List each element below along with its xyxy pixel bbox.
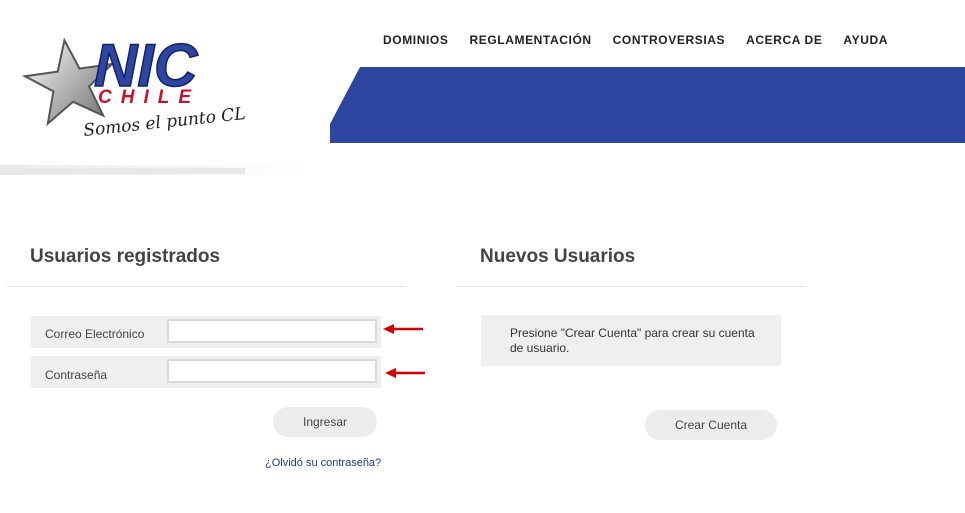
logo-tagline: Somos el punto CL	[82, 104, 246, 141]
nav-reglamentacion[interactable]: REGLAMENTACIÓN	[469, 33, 591, 47]
new-users-divider	[456, 286, 806, 287]
new-users-info-text: Presione "Crear Cuenta" para crear su cu…	[510, 326, 755, 355]
email-input[interactable]	[167, 319, 377, 343]
password-row: Contraseña	[31, 356, 381, 388]
new-users-title: Nuevos Usuarios	[480, 246, 636, 267]
registered-users-title: Usuarios registrados	[30, 246, 221, 267]
login-button[interactable]: Ingresar	[273, 407, 377, 437]
password-input[interactable]	[167, 359, 377, 383]
nav-ayuda[interactable]: AYUDA	[843, 33, 888, 47]
new-users-info-box: Presione "Crear Cuenta" para crear su cu…	[481, 315, 781, 366]
main-nav: DOMINIOS REGLAMENTACIÓN CONTROVERSIAS AC…	[383, 33, 909, 47]
create-account-button[interactable]: Crear Cuenta	[645, 410, 777, 440]
password-label: Contraseña	[45, 368, 108, 382]
email-row: Correo Electrónico	[31, 316, 381, 348]
nav-acerca-de[interactable]: ACERCA DE	[746, 33, 822, 47]
registered-divider	[7, 286, 406, 287]
nav-controversias[interactable]: CONTROVERSIAS	[613, 33, 725, 47]
nav-dominios[interactable]: DOMINIOS	[383, 33, 448, 47]
site-header: NIC CHILE Somos el punto CL DOMINIOS REG…	[0, 0, 965, 180]
logo-brand-bottom: CHILE	[98, 87, 200, 108]
email-arrow-annotation	[383, 324, 423, 334]
forgot-password-link[interactable]: ¿Olvidó su contraseña?	[265, 457, 381, 469]
password-arrow-annotation	[385, 368, 425, 378]
email-label: Correo Electrónico	[45, 327, 145, 341]
nic-chile-logo[interactable]: NIC CHILE Somos el punto CL	[22, 26, 252, 151]
